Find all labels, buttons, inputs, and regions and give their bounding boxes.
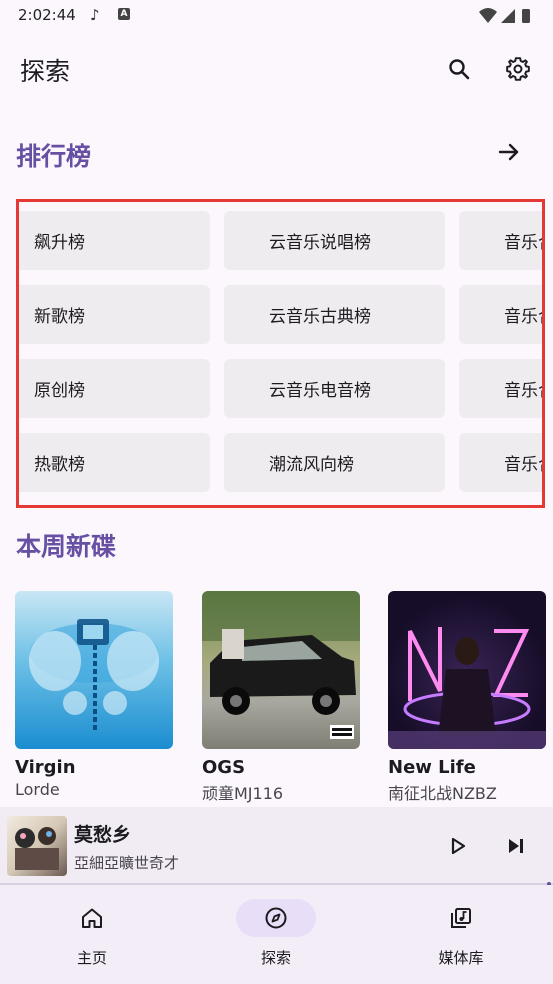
- chart-item[interactable]: 原创榜: [19, 359, 210, 418]
- home-icon: [82, 908, 102, 928]
- chart-item[interactable]: 热歌榜: [19, 433, 210, 492]
- chart-item[interactable]: 云音乐说唱榜: [224, 211, 445, 270]
- album-cover-art: [202, 591, 360, 739]
- notification-a-icon: A: [118, 8, 130, 20]
- chart-item[interactable]: 云音乐电音榜: [224, 359, 445, 418]
- nav-label-explore: 探索: [260, 949, 291, 967]
- chart-item[interactable]: 音乐合: [459, 359, 542, 418]
- album-card[interactable]: OGS 顽童MJ116: [202, 591, 360, 804]
- charts-section-title: 排行榜: [16, 142, 92, 171]
- library-music-icon: [451, 908, 471, 928]
- nav-label-home: 主页: [76, 949, 107, 967]
- wifi-icon: [479, 8, 497, 23]
- compass-icon: [265, 907, 287, 929]
- status-time: 2:02:44: [18, 6, 76, 24]
- album-cover: [388, 591, 546, 749]
- gear-icon: [506, 57, 530, 81]
- charts-grid: 飙升榜 云音乐说唱榜 音乐合 新歌榜 云音乐古典榜 音乐合 原创榜 云音乐电音榜…: [16, 199, 545, 508]
- nav-label-library: 媒体库: [438, 949, 484, 967]
- music-note-icon: ♪: [90, 6, 100, 24]
- album-cover-art: [388, 627, 546, 749]
- chart-item[interactable]: 飙升榜: [19, 211, 210, 270]
- next-button[interactable]: [496, 826, 536, 866]
- album-title: Virgin: [15, 757, 76, 778]
- skip-next-icon: [509, 839, 523, 853]
- charts-more-button[interactable]: [489, 132, 529, 172]
- album-cover: [15, 591, 173, 749]
- album-title: OGS: [202, 757, 246, 778]
- chart-item[interactable]: 音乐合: [459, 285, 542, 344]
- status-bar: 2:02:44 ♪ A: [0, 0, 553, 32]
- battery-icon: [522, 9, 530, 23]
- album-artist: 南征北战NZBZ: [388, 784, 497, 803]
- album-card[interactable]: New Life 南征北战NZBZ: [388, 591, 546, 804]
- nav-home-indicator: [52, 899, 132, 937]
- new-albums-section-title: 本周新碟: [16, 532, 117, 561]
- app-bar: 探索: [0, 40, 553, 100]
- chart-item[interactable]: 潮流风向榜: [224, 433, 445, 492]
- album-artist: 顽童MJ116: [202, 784, 284, 803]
- now-playing-cover: [7, 816, 67, 876]
- play-icon: [451, 837, 466, 855]
- chart-item[interactable]: 新歌榜: [19, 285, 210, 344]
- bottom-navigation: 主页 探索 媒体库: [0, 885, 553, 984]
- album-cover-art: [29, 619, 159, 731]
- status-icons: [479, 8, 530, 23]
- arrow-right-icon: [498, 143, 519, 161]
- mini-player[interactable]: 莫愁乡 亞細亞曠世奇才: [0, 807, 553, 886]
- album-artist: Lorde: [15, 780, 60, 799]
- nav-explore-indicator: [236, 899, 316, 937]
- album-list: Virgin Lorde OGS 顽童MJ116 New Life 南征北战NZ…: [0, 591, 553, 806]
- signal-icon: [501, 9, 515, 23]
- settings-button[interactable]: [498, 49, 538, 89]
- album-title: New Life: [388, 757, 476, 778]
- play-button[interactable]: [438, 826, 478, 866]
- now-playing-title: 莫愁乡: [74, 824, 132, 846]
- chart-item[interactable]: 音乐合: [459, 433, 542, 492]
- chart-item[interactable]: 云音乐古典榜: [224, 285, 445, 344]
- nav-item-library[interactable]: 媒体库: [369, 885, 553, 984]
- now-playing-cover-art: [15, 827, 59, 870]
- chart-item[interactable]: 音乐合: [459, 211, 542, 270]
- nav-item-home[interactable]: 主页: [0, 885, 184, 984]
- nav-library-indicator: [421, 899, 501, 937]
- now-playing-artist: 亞細亞曠世奇才: [74, 854, 180, 872]
- search-icon: [449, 59, 470, 80]
- nav-item-explore[interactable]: 探索: [184, 885, 368, 984]
- search-button[interactable]: [439, 49, 479, 89]
- page-title: 探索: [20, 57, 71, 86]
- album-card[interactable]: Virgin Lorde: [15, 591, 173, 799]
- album-cover: [202, 591, 360, 749]
